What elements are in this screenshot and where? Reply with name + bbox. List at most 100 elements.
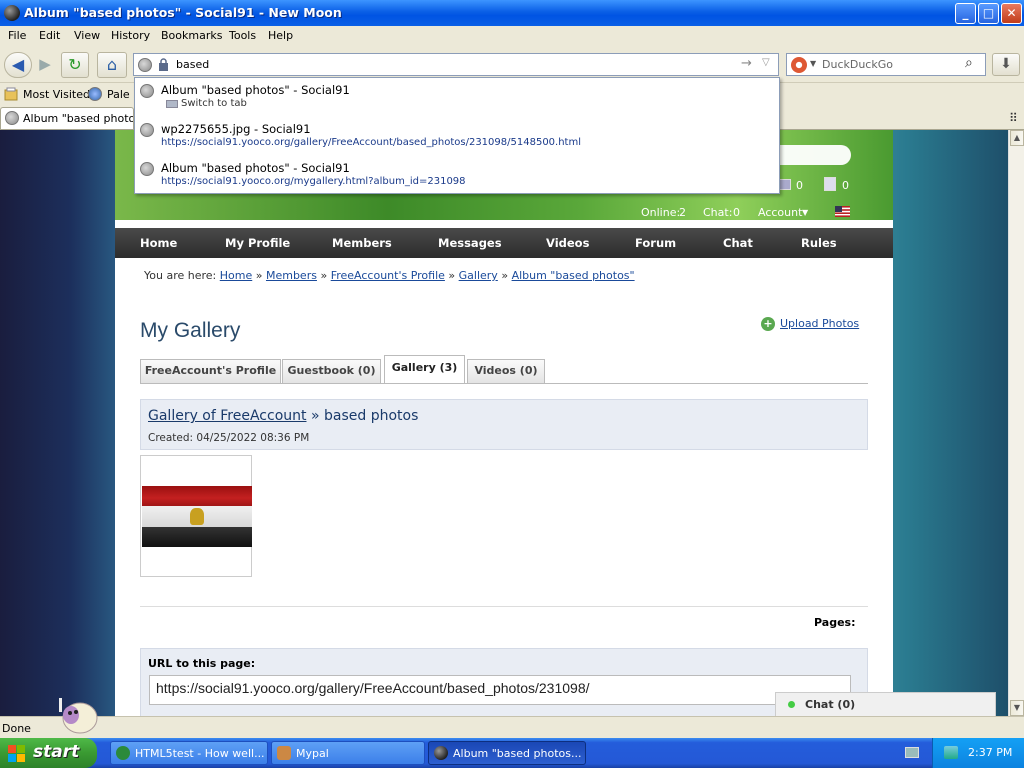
gallery-heading: Gallery of FreeAccount » based photos [148,408,418,424]
nav-members[interactable]: Members [332,236,392,250]
search-icon[interactable]: ⌕ [965,55,973,71]
tab-favicon-icon [5,111,19,125]
add-icon: + [761,317,775,331]
taskbar-item-label: HTML5test - How well... [135,747,265,760]
url-autocomplete-popup: Album "based photos" - Social91 Switch t… [134,77,780,194]
nav-rules[interactable]: Rules [801,236,837,250]
url-bar[interactable]: based → ▽ [133,53,779,76]
close-button[interactable]: ✕ [1001,3,1022,24]
sheep-mascot-icon[interactable] [56,698,100,738]
created-date: Created: 04/25/2022 08:36 PM [148,432,310,444]
scroll-down-button[interactable]: ▼ [1010,700,1024,716]
breadcrumb-album[interactable]: Album "based photos" [512,269,635,282]
downloads-button[interactable]: ⬇ [992,53,1020,76]
browser-logo-icon [4,5,20,21]
minimize-button[interactable]: _ [955,3,976,24]
account-menu[interactable]: Account [758,206,802,219]
breadcrumb: You are here: Home » Members » FreeAccou… [144,269,635,282]
taskbar-item-label: Album "based photos... [453,747,582,760]
search-box[interactable]: ▼ DuckDuckGo ⌕ [786,53,986,76]
keyboard-icon[interactable] [905,747,919,758]
mypal-icon [277,746,291,760]
globe-icon [140,162,154,176]
bookmark-most-visited[interactable]: Most Visited [23,88,90,101]
scroll-up-button[interactable]: ▲ [1010,130,1024,146]
bookmarks-folder-icon [4,87,18,101]
tab-divider [140,383,868,384]
menu-history[interactable]: History [111,29,150,42]
menu-edit[interactable]: Edit [39,29,60,42]
autocomplete-item[interactable]: Album "based photos" - Social91 https://… [135,156,779,195]
home-button[interactable]: ⌂ [97,52,127,78]
taskbar-item-album[interactable]: Album "based photos... [428,741,586,765]
nav-chat[interactable]: Chat [723,236,753,250]
menu-file[interactable]: File [8,29,26,42]
tab-list-icon[interactable]: ⠿ [1009,111,1018,125]
site-identity-icon[interactable] [138,58,152,72]
window-title-bar[interactable]: Album "based photos" - Social91 - New Mo… [0,0,1024,26]
tab-profile[interactable]: FreeAccount's Profile [140,359,281,383]
menu-view[interactable]: View [74,29,100,42]
start-label: start [33,742,80,762]
album-name: based photos [323,408,419,424]
window-title: Album "based photos" - Social91 - New Mo… [24,5,342,20]
autocomplete-title: Album "based photos" - Social91 [161,83,350,97]
url-dropdown-icon[interactable]: ▽ [762,57,770,68]
start-button[interactable]: start [0,738,97,768]
photo-thumbnail[interactable] [140,455,252,577]
tab-label: Album "based photos" - ... [23,112,133,125]
vertical-scrollbar[interactable]: ▲ ▼ [1008,130,1024,716]
notifications-count: 0 [842,179,849,192]
tab-album[interactable]: Album "based photos" - ... [0,107,134,129]
nav-forum[interactable]: Forum [635,236,676,250]
account-dropdown-icon[interactable]: ▼ [802,208,808,217]
page-url-field[interactable]: https://social91.yooco.org/gallery/FreeA… [149,675,851,705]
breadcrumb-profile[interactable]: FreeAccount's Profile [331,269,445,282]
notifications-icon[interactable] [824,177,836,191]
url-input[interactable]: based [176,58,209,71]
online-label: Online: [641,206,681,219]
duckduckgo-icon[interactable] [791,57,807,73]
windows-logo-icon [8,745,25,762]
autocomplete-item[interactable]: wp2275655.jpg - Social91 https://social9… [135,117,779,156]
chat-widget-label: Chat (0) [805,698,856,711]
online-status-icon [788,701,795,708]
tab-gallery[interactable]: Gallery (3) [384,355,465,384]
autocomplete-url: https://social91.yooco.org/gallery/FreeA… [161,137,581,148]
system-tray: 2:37 PM [932,738,1024,768]
menu-tools[interactable]: Tools [229,29,256,42]
clock[interactable]: 2:37 PM [968,746,1012,759]
breadcrumb-members[interactable]: Members [266,269,317,282]
menu-help[interactable]: Help [268,29,293,42]
search-input[interactable]: DuckDuckGo [822,58,893,71]
network-icon[interactable] [944,746,958,759]
tab-guestbook[interactable]: Guestbook (0) [282,359,381,383]
breadcrumb-home[interactable]: Home [220,269,252,282]
breadcrumb-gallery[interactable]: Gallery [459,269,498,282]
nav-home[interactable]: Home [140,236,177,250]
reload-button[interactable]: ↻ [61,52,89,78]
breadcrumb-separator: » [501,269,509,282]
taskbar-item-html5test[interactable]: HTML5test - How well... [110,741,268,765]
nav-videos[interactable]: Videos [546,236,589,250]
us-flag-icon[interactable] [835,206,850,217]
menu-bookmarks[interactable]: Bookmarks [161,29,222,42]
engine-dropdown-icon[interactable]: ▼ [810,59,816,68]
chat-count: 0 [733,206,740,219]
gallery-owner-link[interactable]: Gallery of FreeAccount [148,408,307,424]
breadcrumb-separator: » [448,269,456,282]
autocomplete-item[interactable]: Album "based photos" - Social91 Switch t… [135,78,779,117]
nav-my-profile[interactable]: My Profile [225,236,290,250]
gallery-header: Gallery of FreeAccount » based photos Cr… [140,399,868,450]
maximize-button[interactable]: □ [978,3,999,24]
site-page: 0 0 Online: 2 Chat: 0 Account ▼ Home My … [115,130,893,716]
taskbar-item-mypal[interactable]: Mypal [271,741,425,765]
forward-button[interactable]: ▶ [34,52,56,78]
back-button[interactable]: ◀ [4,52,32,78]
go-arrow-icon[interactable]: → [741,56,752,71]
tab-videos[interactable]: Videos (0) [467,359,545,383]
chat-widget[interactable]: Chat (0) [775,692,996,716]
switch-to-tab-label: Switch to tab [181,98,247,109]
nav-messages[interactable]: Messages [438,236,502,250]
upload-photos-link[interactable]: + Upload Photos [761,317,859,331]
